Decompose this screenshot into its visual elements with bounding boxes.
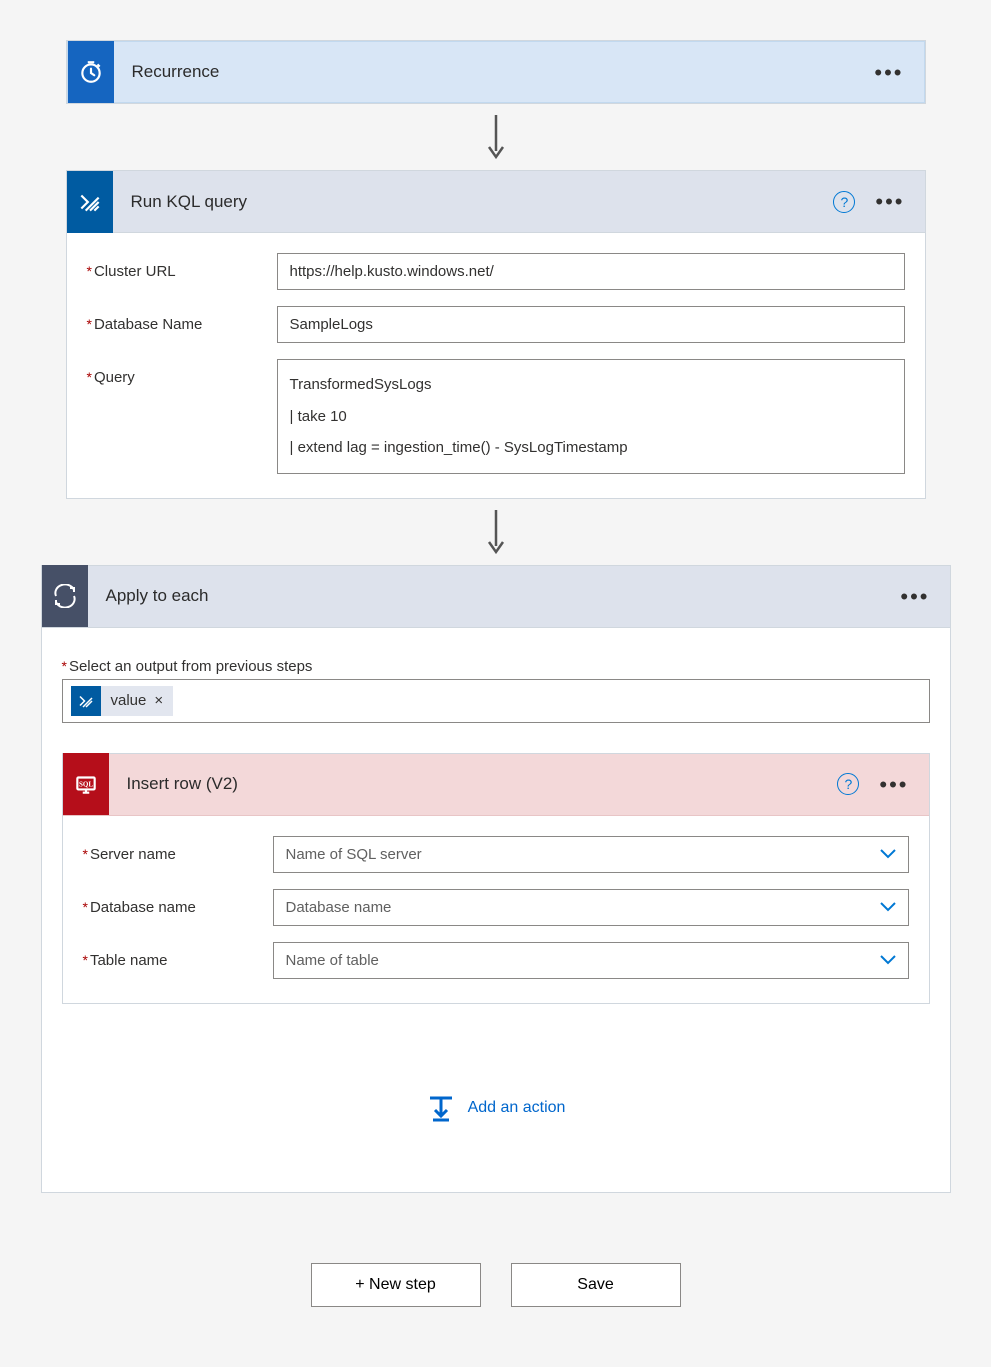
more-menu-icon[interactable]: ••• (873, 192, 906, 211)
select-output-label: *Select an output from previous steps (62, 658, 930, 675)
cluster-url-input[interactable] (277, 253, 905, 290)
recurrence-header[interactable]: Recurrence ••• (67, 41, 925, 103)
connector-arrow (38, 507, 953, 557)
loop-icon (42, 565, 88, 627)
select-output-input[interactable]: value × (62, 679, 930, 723)
server-name-dropdown[interactable]: Name of SQL server (273, 836, 909, 873)
recurrence-step: Recurrence ••• (66, 40, 926, 104)
token-label: value (101, 692, 155, 709)
sql-database-dropdown[interactable]: Database name (273, 889, 909, 926)
kusto-icon (67, 171, 113, 233)
help-icon[interactable]: ? (837, 773, 859, 795)
server-name-label: *Server name (83, 836, 273, 863)
footer-buttons: + New step Save (38, 1263, 953, 1307)
clock-icon (68, 41, 114, 103)
kql-step: Run KQL query ? ••• *Cluster URL *Databa… (66, 170, 926, 499)
query-input[interactable]: TransformedSysLogs | take 10 | extend la… (277, 359, 905, 474)
connector-arrow (38, 112, 953, 162)
sql-body: *Server name Name of SQL server *Databas… (63, 816, 929, 1003)
cluster-url-label: *Cluster URL (87, 253, 277, 280)
value-token: value × (71, 686, 174, 716)
more-menu-icon[interactable]: ••• (872, 63, 905, 82)
chevron-down-icon (868, 848, 908, 860)
add-action-label: Add an action (468, 1099, 566, 1117)
apply-body: *Select an output from previous steps va… (42, 628, 950, 1192)
kusto-icon (71, 686, 101, 716)
apply-to-each-step: Apply to each ••• *Select an output from… (41, 565, 951, 1193)
svg-text:SQL: SQL (78, 781, 92, 789)
sql-icon: SQL (63, 753, 109, 815)
more-menu-icon[interactable]: ••• (877, 775, 910, 794)
apply-header[interactable]: Apply to each ••• (42, 566, 950, 628)
insert-row-step: SQL Insert row (V2) ? ••• *Server name N… (62, 753, 930, 1004)
add-action-button[interactable]: Add an action (62, 1014, 930, 1172)
sql-database-label: *Database name (83, 889, 273, 916)
add-action-icon (426, 1094, 456, 1122)
chevron-down-icon (868, 901, 908, 913)
recurrence-title: Recurrence (114, 62, 873, 82)
new-step-button[interactable]: + New step (311, 1263, 481, 1307)
database-name-input[interactable] (277, 306, 905, 343)
kql-body: *Cluster URL *Database Name *Query Trans… (67, 233, 925, 498)
apply-title: Apply to each (88, 586, 899, 606)
table-name-dropdown[interactable]: Name of table (273, 942, 909, 979)
query-label: *Query (87, 359, 277, 386)
database-name-label: *Database Name (87, 306, 277, 333)
save-button[interactable]: Save (511, 1263, 681, 1307)
sql-header[interactable]: SQL Insert row (V2) ? ••• (63, 754, 929, 816)
more-menu-icon[interactable]: ••• (898, 587, 931, 606)
help-icon[interactable]: ? (833, 191, 855, 213)
chevron-down-icon (868, 954, 908, 966)
kql-header[interactable]: Run KQL query ? ••• (67, 171, 925, 233)
kql-title: Run KQL query (113, 192, 834, 212)
sql-title: Insert row (V2) (109, 774, 838, 794)
remove-token-icon[interactable]: × (154, 692, 173, 709)
table-name-label: *Table name (83, 942, 273, 969)
